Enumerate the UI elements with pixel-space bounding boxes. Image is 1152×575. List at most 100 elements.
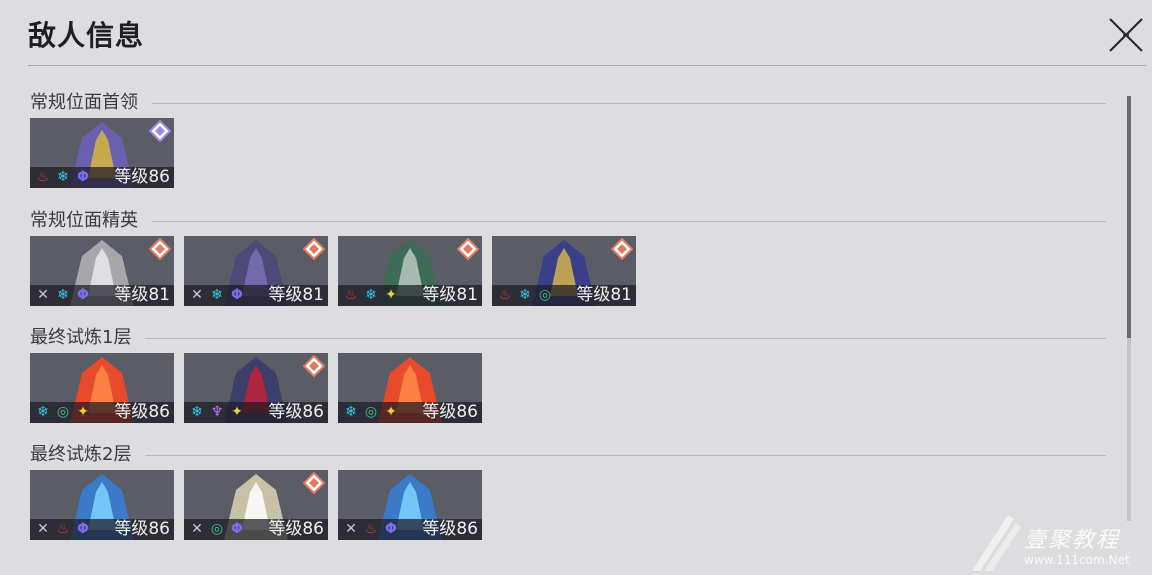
physical-icon: ✕ [37, 287, 49, 303]
weakness-icons: ♨ ❄ Φ [34, 168, 92, 186]
enemy-info-bar: ✕ ◎ Φ 等级86 [184, 519, 328, 540]
quantum-icon: Φ [385, 521, 397, 537]
section-divider [30, 103, 1106, 104]
elite-badge-icon [303, 238, 325, 260]
weakness-icons: ✕ ♨ Φ [34, 520, 92, 538]
enemy-level: 等级86 [422, 519, 478, 539]
quantum-icon: Φ [231, 287, 243, 303]
weakness-icons: ✕ ❄ Φ [34, 286, 92, 304]
ice-icon: ❄ [365, 287, 377, 303]
elite-badge-icon [457, 238, 479, 260]
fire-icon: ♨ [344, 287, 358, 303]
enemy-info-bar: ❄ ◎ ✦ 等级86 [338, 402, 482, 423]
enemy-list[interactable]: 常规位面首领 ♨ ❄ Φ 等级86 常规位面精英 ✕ ❄ Φ 等级81 ✕ ❄ Φ 等级81 ♨ ❄ ✦ 等级81… [0, 0, 1120, 575]
section-header: 最终试炼1层 [30, 327, 1106, 353]
enemy-info-bar: ♨ ❄ ✦ 等级81 [338, 285, 482, 306]
fire-icon: ♨ [364, 521, 378, 537]
weakness-icons: ❄ ◎ ✦ [342, 403, 400, 421]
wind-icon: ◎ [538, 287, 552, 303]
enemy-section: 最终试炼1层 ❄ ◎ ✦ 等级86 ❄ ♆ ✦ 等级86 ❄ ◎ ✦ 等级86 [30, 327, 1106, 425]
section-header: 常规位面首领 [30, 92, 1106, 118]
enemy-card[interactable]: ♨ ❄ ◎ 等级81 [492, 236, 636, 306]
enemy-level: 等级86 [114, 167, 170, 187]
section-divider [30, 455, 1106, 456]
elite-badge-icon [303, 355, 325, 377]
enemy-info-bar: ✕ ♨ Φ 等级86 [338, 519, 482, 540]
section-divider [30, 221, 1106, 222]
physical-icon: ✕ [191, 521, 203, 537]
enemy-info-bar: ❄ ◎ ✦ 等级86 [30, 402, 174, 423]
enemy-card[interactable]: ✕ ♨ Φ 等级86 [30, 470, 174, 540]
enemy-info-bar: ✕ ❄ Φ 等级81 [30, 285, 174, 306]
elite-badge-icon [149, 238, 171, 260]
imaginary-icon: ✦ [231, 404, 243, 420]
wind-icon: ◎ [56, 404, 70, 420]
fire-icon: ♨ [36, 169, 50, 185]
quantum-icon: Φ [77, 169, 89, 185]
section-header: 最终试炼2层 [30, 444, 1106, 470]
weakness-icons: ✕ ❄ Φ [188, 286, 246, 304]
fire-icon: ♨ [498, 287, 512, 303]
imaginary-icon: ✦ [77, 404, 89, 420]
watermark-text: 壹聚教程 [1024, 528, 1121, 553]
enemy-level: 等级81 [114, 285, 170, 305]
enemy-card[interactable]: ✕ ♨ Φ 等级86 [338, 470, 482, 540]
ice-icon: ❄ [191, 404, 203, 420]
enemy-info-bar: ✕ ♨ Φ 等级86 [30, 519, 174, 540]
weakness-icons: ♨ ❄ ◎ [496, 286, 554, 304]
elite-badge-icon [303, 472, 325, 494]
enemy-info-bar: ♨ ❄ ◎ 等级81 [492, 285, 636, 306]
enemy-card[interactable]: ❄ ◎ ✦ 等级86 [338, 353, 482, 423]
ice-icon: ❄ [211, 287, 223, 303]
enemy-info-bar: ✕ ❄ Φ 等级81 [184, 285, 328, 306]
elite-badge-icon [611, 238, 633, 260]
enemy-level: 等级86 [268, 402, 324, 422]
enemy-card-row: ✕ ❄ Φ 等级81 ✕ ❄ Φ 等级81 ♨ ❄ ✦ 等级81 ♨ ❄ ◎ 等级81 [30, 236, 1106, 308]
wind-icon: ◎ [210, 521, 224, 537]
imaginary-icon: ✦ [385, 404, 397, 420]
imaginary-icon: ✦ [385, 287, 397, 303]
enemy-card[interactable]: ❄ ♆ ✦ 等级86 [184, 353, 328, 423]
quantum-icon: Φ [77, 287, 89, 303]
section-divider [30, 338, 1106, 339]
enemy-level: 等级81 [422, 285, 478, 305]
enemy-level: 等级86 [268, 519, 324, 539]
enemy-card[interactable]: ♨ ❄ Φ 等级86 [30, 118, 174, 188]
weakness-icons: ❄ ♆ ✦ [188, 403, 246, 421]
section-header: 常规位面精英 [30, 210, 1106, 236]
weakness-icons: ✕ ◎ Φ [188, 520, 246, 538]
weakness-icons: ✕ ♨ Φ [342, 520, 400, 538]
lightning-icon: ♆ [210, 404, 224, 420]
enemy-card[interactable]: ♨ ❄ ✦ 等级81 [338, 236, 482, 306]
enemy-section: 常规位面首领 ♨ ❄ Φ 等级86 [30, 92, 1106, 190]
enemy-card-row: ❄ ◎ ✦ 等级86 ❄ ♆ ✦ 等级86 ❄ ◎ ✦ 等级86 [30, 353, 1106, 425]
enemy-level: 等级86 [114, 402, 170, 422]
enemy-section: 常规位面精英 ✕ ❄ Φ 等级81 ✕ ❄ Φ 等级81 ♨ ❄ ✦ 等级81 ♨ ❄ ◎ 等级81 [30, 210, 1106, 308]
wind-icon: ◎ [364, 404, 378, 420]
enemy-level: 等级86 [114, 519, 170, 539]
physical-icon: ✕ [345, 521, 357, 537]
enemy-card[interactable]: ❄ ◎ ✦ 等级86 [30, 353, 174, 423]
enemy-level: 等级81 [268, 285, 324, 305]
enemy-card[interactable]: ✕ ❄ Φ 等级81 [30, 236, 174, 306]
enemy-card-row: ♨ ❄ Φ 等级86 [30, 118, 1106, 190]
enemy-card-row: ✕ ♨ Φ 等级86 ✕ ◎ Φ 等级86 ✕ ♨ Φ 等级86 [30, 470, 1106, 542]
enemy-section: 最终试炼2层 ✕ ♨ Φ 等级86 ✕ ◎ Φ 等级86 ✕ ♨ Φ 等级86 [30, 444, 1106, 542]
enemy-info-bar: ❄ ♆ ✦ 等级86 [184, 402, 328, 423]
enemy-card[interactable]: ✕ ◎ Φ 等级86 [184, 470, 328, 540]
weakness-icons: ♨ ❄ ✦ [342, 286, 400, 304]
boss-badge-icon [149, 120, 171, 142]
enemy-card[interactable]: ✕ ❄ Φ 等级81 [184, 236, 328, 306]
section-title: 最终试炼1层 [30, 327, 146, 349]
scrollbar-thumb[interactable] [1127, 96, 1131, 338]
physical-icon: ✕ [37, 521, 49, 537]
quantum-icon: Φ [77, 521, 89, 537]
enemy-level: 等级86 [422, 402, 478, 422]
watermark-url: www.111com.Net [1024, 553, 1130, 567]
ice-icon: ❄ [519, 287, 531, 303]
enemy-level: 等级81 [576, 285, 632, 305]
section-title: 常规位面首领 [30, 92, 152, 114]
section-title: 最终试炼2层 [30, 444, 146, 466]
weakness-icons: ❄ ◎ ✦ [34, 403, 92, 421]
physical-icon: ✕ [191, 287, 203, 303]
